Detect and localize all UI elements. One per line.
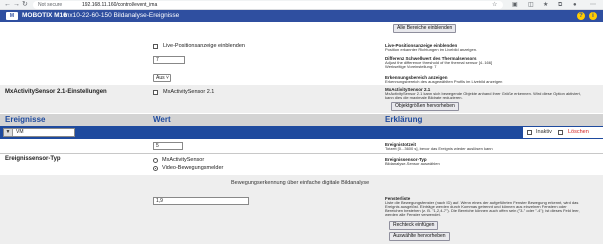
deadtime-desc: Totzeit [0...3600 s], bevor das Ereignis… <box>385 146 493 151</box>
detection-desc: Erkennungsbereich des ausgewählten Profi… <box>385 79 503 84</box>
live-position-label: Live-Positionsanzeige einblenden <box>163 43 245 49</box>
inactive-checkbox[interactable] <box>527 130 532 135</box>
delete-label: Löschen <box>568 129 589 135</box>
event-name-value[interactable]: VM <box>13 129 24 135</box>
activity-desc-2: kann dies die maximale Bildrate reduzier… <box>385 95 463 100</box>
event-options: Inaktiv Löschen <box>523 127 603 138</box>
table-header: Ereignisse Wert Erklärung <box>0 114 603 126</box>
star-icon[interactable]: ☆ <box>492 0 497 10</box>
page-title: mx10-22-60-150 Bildanalyse-Ereignisse <box>64 12 180 19</box>
sensor-type-option-video: Video-Bewegungsmelder <box>162 165 224 171</box>
sensor-type-label: Ereignissensor-Typ <box>5 156 61 162</box>
event-row <box>0 126 603 139</box>
difference-default: Werkseitige Voreinstellung: 7 <box>385 64 437 69</box>
sensor-type-radio-activity[interactable] <box>153 158 158 163</box>
favorites-icon[interactable]: ★ <box>543 0 548 10</box>
extensions-icon[interactable]: ▣ <box>512 0 518 10</box>
live-position-desc: Position erkannter Richtungen im Livebil… <box>385 47 478 52</box>
browser-toolbar: ← → ↻ Not secure 192.168.11.160/control/… <box>0 0 603 10</box>
explanation-column-header: Erklärung <box>385 115 423 124</box>
sensor-type-option-activity: MxActivitySensor <box>162 157 205 163</box>
highlight-objects-button[interactable]: Objektgrößen hervorheben <box>391 102 459 111</box>
detection-area-value: Aus <box>156 75 165 81</box>
brand-name: MOBOTIX M16 <box>22 12 67 19</box>
activity-sensor-label: MxActivitySensor 2.1 <box>163 89 215 95</box>
delete-checkbox[interactable] <box>558 130 563 135</box>
difference-threshold-input[interactable]: 7 <box>153 56 185 64</box>
activity-sensor-checkbox[interactable] <box>153 90 158 95</box>
reload-icon[interactable]: ↻ <box>22 0 28 10</box>
expand-all-button[interactable]: Alle Bereiche einblenden <box>393 24 457 33</box>
insert-rectangle-button[interactable]: Rechteck einfügen <box>389 221 439 230</box>
collapse-icon[interactable]: ▼ <box>4 129 13 136</box>
deadtime-input[interactable]: 5 <box>153 142 183 150</box>
more-icon[interactable]: ⋯ <box>590 0 596 10</box>
help-icon[interactable]: ? <box>577 12 585 20</box>
live-position-checkbox[interactable] <box>153 44 158 49</box>
page-header: M MOBOTIX M16 mx10-22-60-150 Bildanalyse… <box>0 10 603 22</box>
arrow-right-icon[interactable]: → <box>13 0 20 10</box>
info-icon[interactable]: i <box>589 12 597 20</box>
events-column-header: Ereignisse <box>5 115 46 124</box>
window-list-desc-4: werden alle Fenster verwendet. <box>385 212 441 217</box>
mobotix-logo: M <box>6 12 18 20</box>
arrow-left-icon[interactable]: ← <box>4 0 11 10</box>
window-list-input[interactable]: 1,9 <box>153 197 249 205</box>
value-column-header: Wert <box>153 115 171 124</box>
inactive-label: Inaktiv <box>536 129 552 135</box>
chevron-down-icon: ˅ <box>164 75 169 81</box>
profile-icon[interactable]: ● <box>573 0 577 10</box>
url-text[interactable]: 192.168.11.160/control/event_ima <box>82 0 157 10</box>
split-icon[interactable]: ◫ <box>528 0 534 10</box>
divider <box>0 153 603 154</box>
event-name-field[interactable]: ▼ VM <box>3 128 75 137</box>
motion-heading: Bewegungserkennung über einfache digital… <box>231 180 370 186</box>
activity-section-label: MxActivitySensor 2.1-Einstellungen <box>5 89 107 95</box>
highlight-selected-button[interactable]: Auswählte hervorheben <box>389 232 450 241</box>
sensor-type-radio-video[interactable] <box>153 166 158 171</box>
security-indicator[interactable]: Not secure <box>38 0 62 10</box>
collections-icon[interactable]: ⧉ <box>558 0 562 10</box>
detection-area-select[interactable]: Aus ˅ <box>153 74 171 82</box>
sensor-type-desc: Bildanalyse-Sensor auswählen <box>385 161 440 166</box>
